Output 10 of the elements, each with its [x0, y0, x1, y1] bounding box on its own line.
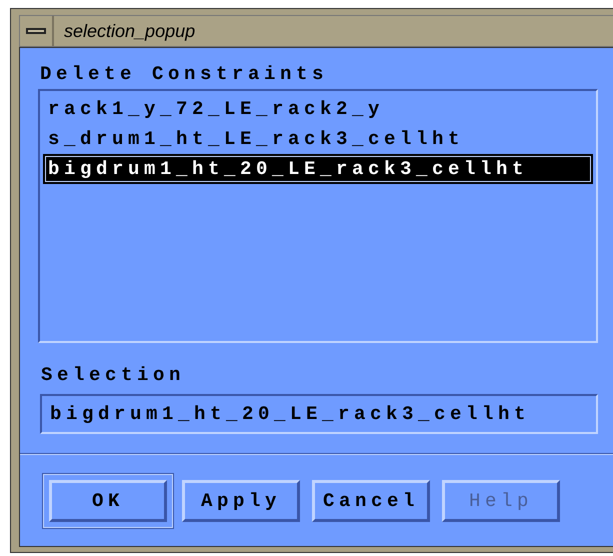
selection-label: Selection — [41, 366, 186, 385]
list-item[interactable]: rack1_y_72_LE_rack2_y — [43, 94, 593, 124]
list-item[interactable]: s_drum1_ht_LE_rack3_cellht — [43, 124, 593, 154]
selection-field[interactable]: bigdrum1_ht_20_LE_rack3_cellht — [40, 394, 598, 434]
dialog-button[interactable]: Apply — [182, 480, 300, 522]
dialog-button[interactable]: OK — [49, 480, 167, 522]
window-title: selection_popup — [64, 20, 196, 43]
list-label: Delete Constraints — [40, 65, 330, 84]
list-item[interactable]: bigdrum1_ht_20_LE_rack3_cellht — [43, 154, 593, 184]
dialog-button[interactable]: Cancel — [312, 480, 430, 522]
